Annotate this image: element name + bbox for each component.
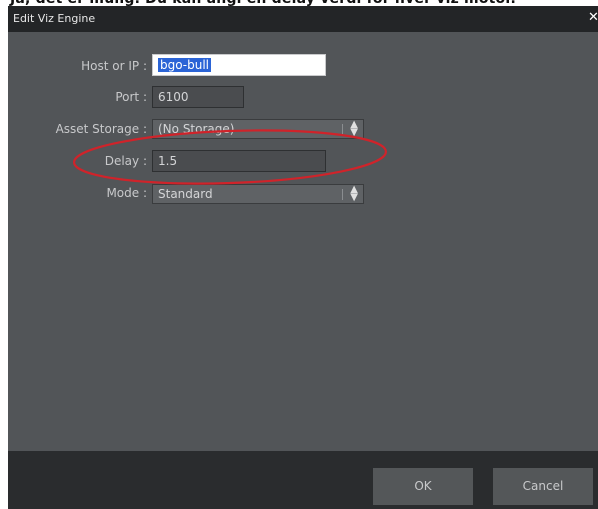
mode-label: Mode : [106, 186, 147, 200]
port-value: 6100 [158, 90, 189, 104]
mode-select[interactable]: Standard ▲ ▼ [152, 184, 364, 204]
host-value: bgo-bull [158, 58, 212, 72]
edit-viz-engine-dialog: Edit Viz Engine ✕ Host or IP : bgo-bull … [8, 6, 598, 509]
mode-value: Standard [158, 187, 213, 201]
port-label: Port : [115, 90, 147, 104]
delay-value: 1.5 [158, 154, 178, 168]
dialog-title: Edit Viz Engine [13, 12, 96, 25]
up-down-arrows-icon: ▲ ▼ [350, 184, 358, 203]
close-icon[interactable]: ✕ [588, 10, 598, 25]
ok-button[interactable]: OK [373, 468, 473, 505]
delay-label-box: Delay : [8, 150, 147, 174]
delay-input[interactable]: 1.5 [152, 150, 326, 172]
host-input[interactable]: bgo-bull [152, 54, 326, 76]
host-label-box: Host or IP : [8, 55, 147, 79]
host-label: Host or IP : [81, 59, 147, 73]
asset-storage-value: (No Storage) [158, 122, 235, 136]
combo-separator [342, 124, 343, 135]
asset-storage-label: Asset Storage : [55, 122, 147, 136]
dialog-footer: OK Cancel [8, 451, 598, 509]
dialog-titlebar[interactable]: Edit Viz Engine ✕ [8, 6, 598, 32]
combo-separator [342, 189, 343, 200]
mode-label-box: Mode : [8, 182, 147, 206]
port-input[interactable]: 6100 [152, 86, 244, 108]
up-down-arrows-icon: ▲ ▼ [350, 119, 358, 138]
dialog-content: Host or IP : bgo-bull Port : 6100 Asset … [8, 32, 598, 452]
asset-storage-label-box: Asset Storage : [8, 118, 147, 142]
asset-storage-select[interactable]: (No Storage) ▲ ▼ [152, 119, 364, 139]
cancel-button[interactable]: Cancel [493, 468, 593, 505]
delay-label: Delay : [104, 154, 147, 168]
port-label-box: Port : [8, 86, 147, 110]
